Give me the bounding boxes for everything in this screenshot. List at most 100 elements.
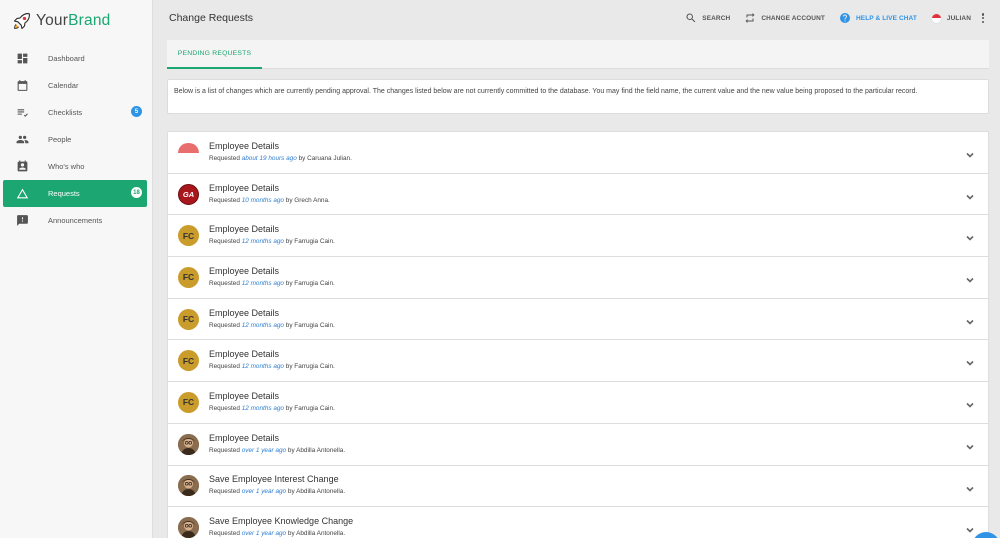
chevron-down-icon[interactable]: [965, 481, 975, 492]
request-title: Employee Details: [209, 265, 280, 276]
request-text: Employee Details Requested 12 months ago …: [209, 308, 988, 329]
rocket-logo-icon: [13, 12, 31, 30]
chevron-down-icon[interactable]: [965, 314, 975, 325]
request-meta: Requested 12 months ago by Farrugia Cain…: [209, 363, 988, 370]
request-time-link[interactable]: about 19 hours ago: [242, 155, 297, 162]
request-time-link[interactable]: 12 months ago: [242, 363, 284, 370]
search-label: SEARCH: [702, 14, 731, 22]
request-title: Employee Details: [209, 224, 280, 235]
sidebar-item-who-s-who[interactable]: Who's who: [3, 153, 147, 180]
requested-label: Requested: [209, 363, 240, 371]
feedback-icon: [16, 214, 29, 227]
sidebar-item-calendar[interactable]: Calendar: [3, 72, 147, 99]
page-title: Change Requests: [169, 12, 254, 24]
brand[interactable]: YourBrand: [0, 0, 152, 42]
search-button[interactable]: SEARCH: [685, 12, 730, 24]
request-title: Save Employee Interest Change: [209, 474, 339, 485]
info-panel: Below is a list of changes which are cur…: [167, 79, 989, 114]
request-meta: Requested 10 months ago by Grech Anna.: [209, 197, 988, 204]
chevron-down-icon[interactable]: [965, 439, 975, 450]
request-title: Employee Details: [209, 349, 280, 360]
avatar: [178, 475, 199, 497]
user-menu[interactable]: JULIAN: [930, 12, 971, 24]
request-text: Save Employee Interest Change Requested o…: [209, 474, 988, 495]
sidebar-item-dashboard[interactable]: Dashboard: [3, 45, 147, 72]
swap-icon: [745, 13, 755, 23]
request-meta: Requested over 1 year ago by Abdilla Ant…: [209, 447, 988, 454]
avatar: FC: [178, 266, 199, 288]
request-time-link[interactable]: 12 months ago: [242, 238, 284, 245]
sidebar: YourBrand Dashboard Calendar Checklists 5 Pe…: [0, 0, 153, 538]
request-time-link[interactable]: 10 months ago: [242, 197, 284, 204]
sidebar-item-checklists[interactable]: Checklists 5: [3, 99, 147, 126]
request-time-link[interactable]: over 1 year ago: [242, 488, 286, 495]
request-text: Employee Details Requested about 19 hours…: [209, 141, 988, 162]
request-time-link[interactable]: over 1 year ago: [242, 447, 286, 454]
chevron-down-icon[interactable]: [965, 272, 975, 283]
request-time-link[interactable]: over 1 year ago: [242, 530, 286, 537]
sidebar-item-label: Dashboard: [48, 54, 85, 63]
requester: by Grech Anna.: [285, 196, 330, 204]
request-row[interactable]: FC Employee Details Requested 12 months ag…: [167, 381, 989, 423]
chevron-down-icon[interactable]: [965, 189, 975, 200]
contact-card-icon: [16, 160, 29, 173]
requested-label: Requested: [209, 446, 240, 454]
requester: by Farrugia Cain.: [285, 404, 335, 412]
request-list: Employee Details Requested about 19 hours…: [167, 131, 989, 538]
request-text: Employee Details Requested 10 months ago …: [209, 183, 988, 204]
requested-label: Requested: [209, 238, 240, 246]
requested-label: Requested: [209, 279, 240, 287]
request-row[interactable]: FC Employee Details Requested 12 months ag…: [167, 256, 989, 298]
count-badge: 18: [131, 187, 142, 198]
requested-label: Requested: [209, 196, 240, 204]
avatar: FC: [178, 308, 199, 330]
request-row[interactable]: Save Employee Interest Change Requested o…: [167, 464, 989, 507]
sidebar-item-announcements[interactable]: Announcements: [3, 207, 147, 234]
more-vert-icon[interactable]: [980, 12, 986, 24]
request-row[interactable]: Employee Details Requested over 1 year ag…: [167, 422, 989, 465]
request-row[interactable]: FC Employee Details Requested 12 months ag…: [167, 339, 989, 382]
sidebar-item-people[interactable]: People: [3, 126, 147, 153]
request-text: Save Employee Knowledge Change Requested …: [209, 516, 988, 537]
requester: by Farrugia Cain.: [285, 363, 335, 371]
request-time-link[interactable]: 12 months ago: [242, 322, 284, 329]
request-title: Employee Details: [209, 140, 280, 151]
sidebar-item-label: Requests: [48, 189, 80, 198]
top-actions: SEARCH CHANGE ACCOUNT HELP & LIVE CHAT J…: [671, 12, 986, 24]
checklist-icon: [16, 106, 29, 119]
requester: by Abdilla Antonella.: [287, 488, 346, 496]
sidebar-nav: Dashboard Calendar Checklists 5 People Who's …: [0, 45, 152, 234]
avatar: [178, 433, 199, 455]
change-account-button[interactable]: CHANGE ACCOUNT: [744, 12, 825, 24]
chevron-down-icon[interactable]: [965, 397, 975, 408]
avatar: FC: [178, 391, 199, 413]
request-text: Employee Details Requested 12 months ago …: [209, 349, 988, 370]
request-time-link[interactable]: 12 months ago: [242, 280, 284, 287]
count-badge: 5: [131, 106, 142, 117]
request-meta: Requested 12 months ago by Farrugia Cain…: [209, 405, 988, 412]
chevron-down-icon[interactable]: [965, 522, 975, 533]
requested-label: Requested: [209, 488, 240, 496]
request-row[interactable]: Save Employee Knowledge Change Requested …: [167, 506, 989, 538]
tab-pending-requests[interactable]: PENDING REQUESTS: [167, 40, 262, 69]
avatar: FC: [178, 225, 199, 247]
request-text: Employee Details Requested 12 months ago …: [209, 391, 988, 412]
request-title: Employee Details: [209, 182, 280, 193]
request-time-link[interactable]: 12 months ago: [242, 405, 284, 412]
request-row[interactable]: FC Employee Details Requested 12 months ag…: [167, 214, 989, 257]
sidebar-item-label: People: [48, 135, 72, 144]
request-row[interactable]: Employee Details Requested about 19 hours…: [167, 131, 989, 173]
chevron-down-icon[interactable]: [965, 147, 975, 158]
request-text: Employee Details Requested 12 months ago …: [209, 224, 988, 245]
request-row[interactable]: GA Employee Details Requested 10 months ag…: [167, 172, 989, 215]
tab-bar: PENDING REQUESTS: [167, 40, 989, 69]
help-icon: [839, 13, 850, 23]
request-row[interactable]: FC Employee Details Requested 12 months ag…: [167, 297, 989, 340]
help-live-chat-button[interactable]: HELP & LIVE CHAT: [839, 12, 917, 24]
chevron-down-icon[interactable]: [965, 355, 975, 367]
requested-label: Requested: [209, 154, 240, 162]
flag-icon: [930, 12, 942, 24]
sidebar-item-requests[interactable]: Requests 18: [3, 180, 147, 207]
chevron-down-icon[interactable]: [965, 230, 975, 242]
request-text: Employee Details Requested 12 months ago …: [209, 266, 988, 287]
